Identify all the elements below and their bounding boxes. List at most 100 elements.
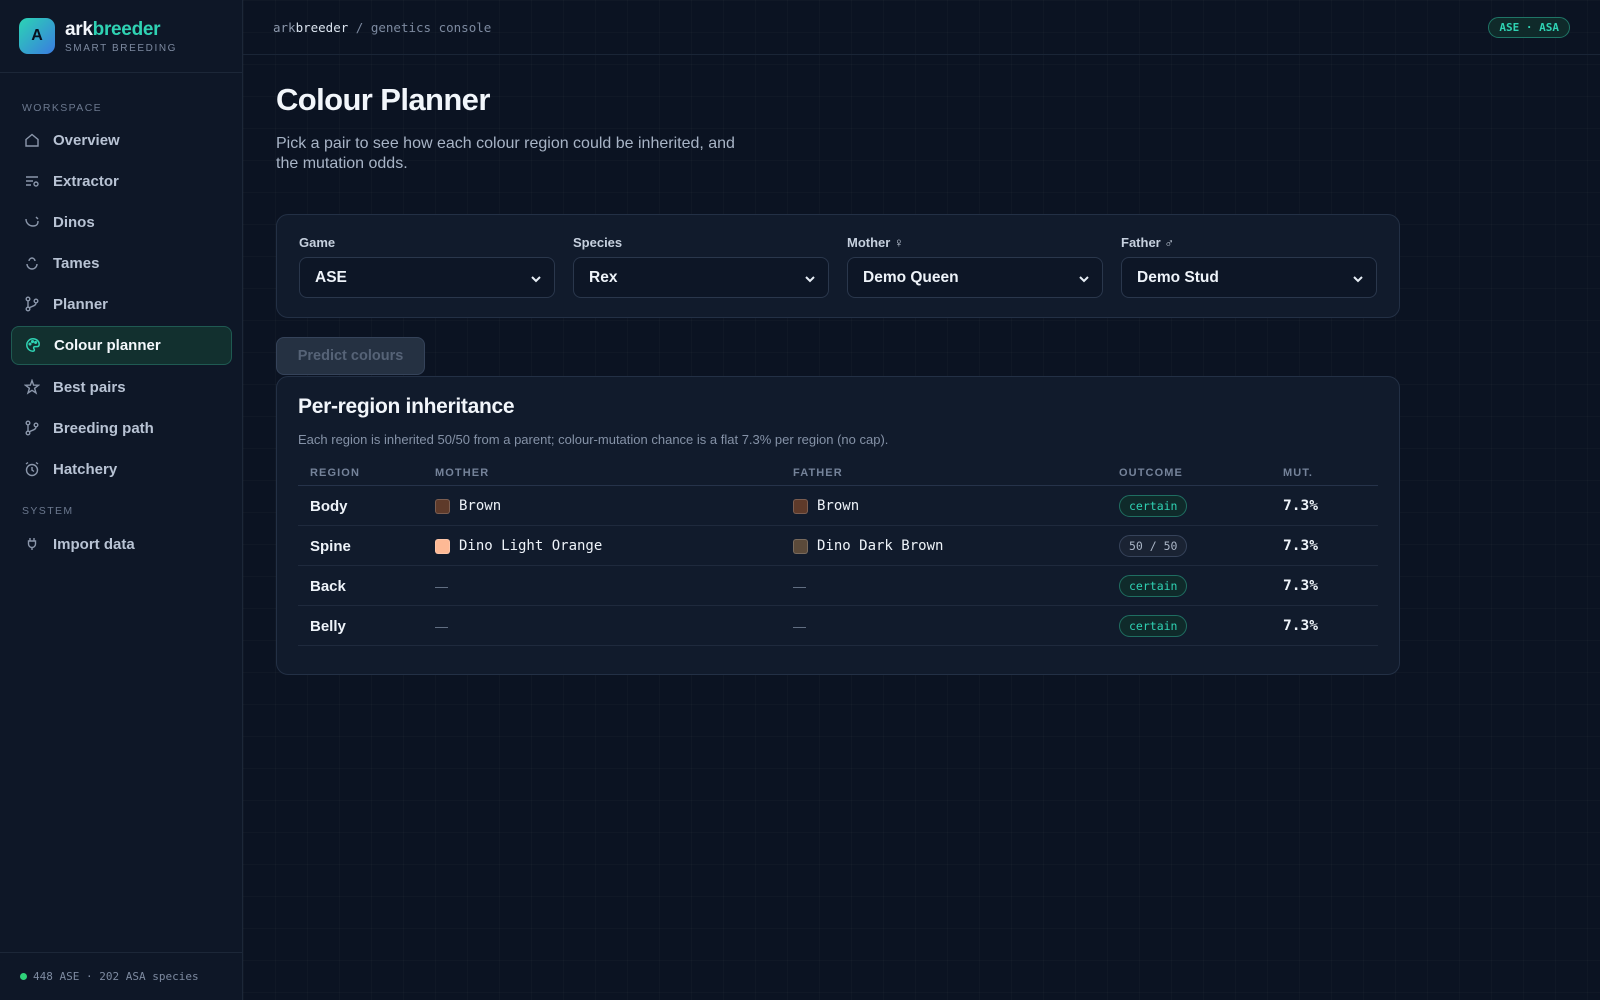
sidebar-item-dinos[interactable]: Dinos [11,203,232,242]
father-select[interactable]: Demo Stud [1121,257,1377,298]
sidebar-item-planner[interactable]: Planner [11,285,232,324]
region-cell: Spine [310,537,351,555]
table-row: Spine Dino Light Orange Dino Dark Brown … [298,526,1378,566]
sidebar-item-label: Overview [53,132,120,149]
sidebar-item-label: Hatchery [53,461,118,478]
sliders-icon [24,173,41,190]
page-subtitle: Pick a pair to see how each colour regio… [276,135,735,172]
sidebar-item-label: Tames [53,255,100,272]
table-row: Body Brown Brown certain 7.3% [298,486,1378,526]
branch-icon [24,420,41,437]
sidebar-item-breeding-path[interactable]: Breeding path [11,409,232,448]
species-select-value: Rex [589,268,618,286]
sidebar-item-label: Breeding path [53,420,154,437]
outcome-badge: 50 / 50 [1119,535,1188,557]
sidebar-item-import-data[interactable]: Import data [11,525,232,564]
colour-name: Dino Dark Brown [817,538,944,554]
brand: A arkbreeder SMART BREEDING [0,0,242,73]
mother-label: Mother ♀ [847,235,904,250]
species-select[interactable]: Rex [573,257,829,298]
nav-section-workspace: WORKSPACE [22,102,103,114]
mother-colour-cell: Brown [435,486,501,526]
father-field: Father ♂ Demo Stud [1121,235,1377,298]
sidebar-item-extractor[interactable]: Extractor [11,162,232,201]
sidebar-item-hatchery[interactable]: Hatchery [11,450,232,489]
sidebar-item-label: Import data [53,536,135,553]
table-row: Back — — certain 7.3% [298,566,1378,606]
brand-name-accent: breeder [92,18,161,40]
game-select[interactable]: ASE [299,257,555,298]
colour-swatch [435,538,450,554]
sidebar-item-overview[interactable]: Overview [11,121,232,160]
column-header-father: FATHER [793,467,843,479]
pair-selector-panel: Game ASE Species Rex Mother ♀ Demo Queen… [276,214,1400,318]
sidebar-item-colour-planner[interactable]: Colour planner [11,326,232,365]
colour-swatch [793,538,808,554]
brand-name: arkbreeder [65,19,177,41]
outcome-badge: certain [1119,495,1188,517]
mutation-cell: 7.3% [1283,498,1318,514]
results-title: Per-region inheritance [298,395,515,418]
table-row: Belly — — certain 7.3% [298,606,1378,646]
chevron-down-icon [804,272,816,284]
column-header-mutation: MUT. [1283,467,1314,479]
mother-select-value: Demo Queen [863,268,959,286]
chevron-down-icon [1078,272,1090,284]
sidebar-item-tames[interactable]: Tames [11,244,232,283]
outcome-cell: certain [1119,606,1188,646]
outcome-cell: 50 / 50 [1119,526,1188,566]
sidebar-item-label: Best pairs [53,379,126,396]
table-header: REGION MOTHER FATHER OUTCOME MUT. [298,462,1378,486]
topbar: arkbreeder / genetics console ASE · ASA [243,0,1600,55]
mother-field: Mother ♀ Demo Queen [847,235,1103,298]
breadcrumb-brand-accent: breeder [295,19,349,35]
breadcrumb: arkbreeder / genetics console [273,20,491,35]
region-cell: Back [310,577,346,595]
outcome-badge: certain [1119,615,1188,637]
mother-colour-cell: — [435,618,448,634]
inheritance-table: REGION MOTHER FATHER OUTCOME MUT. Body B… [298,462,1378,646]
sidebar-footer: 448 ASE · 202 ASA species [0,952,243,1000]
colour-swatch [435,498,450,514]
father-colour-cell: Dino Dark Brown [793,526,943,566]
breadcrumb-separator: / [355,19,364,35]
results-panel: Per-region inheritance Each region is in… [276,376,1400,675]
game-select-value: ASE [315,268,347,286]
father-label: Father ♂ [1121,235,1175,250]
branch-icon [24,296,41,313]
sidebar-item-label: Extractor [53,173,119,190]
outcome-cell: certain [1119,486,1188,526]
father-select-value: Demo Stud [1137,268,1219,286]
outcome-badge: certain [1119,575,1188,597]
home-icon [24,132,41,149]
outcome-cell: certain [1119,566,1188,606]
mutation-cell: 7.3% [1283,578,1318,594]
mother-select[interactable]: Demo Queen [847,257,1103,298]
results-description: Each region is inherited 50/50 from a pa… [298,432,889,447]
mother-colour-cell: — [435,578,448,594]
breadcrumb-page: genetics console [370,19,492,35]
father-colour-cell: Brown [793,486,859,526]
plug-icon [24,536,41,553]
mutation-cell: 7.3% [1283,618,1318,634]
predict-colours-button[interactable]: Predict colours [276,337,425,375]
mutation-cell: 7.3% [1283,538,1318,554]
colour-name: Dino Light Orange [459,538,603,554]
clock-icon [24,461,41,478]
brand-tagline: SMART BREEDING [65,42,178,54]
column-header-region: REGION [310,467,360,479]
colour-swatch [793,498,808,514]
species-count: 448 ASE · 202 ASA species [33,970,199,983]
sidebar-item-label: Planner [53,296,109,313]
status-dot [20,973,27,980]
sidebar-item-label: Dinos [53,214,95,231]
game-badge: ASE · ASA [1488,16,1570,38]
palette-icon [25,337,42,354]
sidebar-item-best-pairs[interactable]: Best pairs [11,368,232,407]
column-header-mother: MOTHER [435,467,490,479]
column-header-outcome: OUTCOME [1119,467,1183,479]
father-colour-cell: — [793,618,806,634]
dino-icon [24,214,41,231]
mother-colour-cell: Dino Light Orange [435,526,602,566]
sidebar: A arkbreeder SMART BREEDING WORKSPACE Ov… [0,0,243,1000]
